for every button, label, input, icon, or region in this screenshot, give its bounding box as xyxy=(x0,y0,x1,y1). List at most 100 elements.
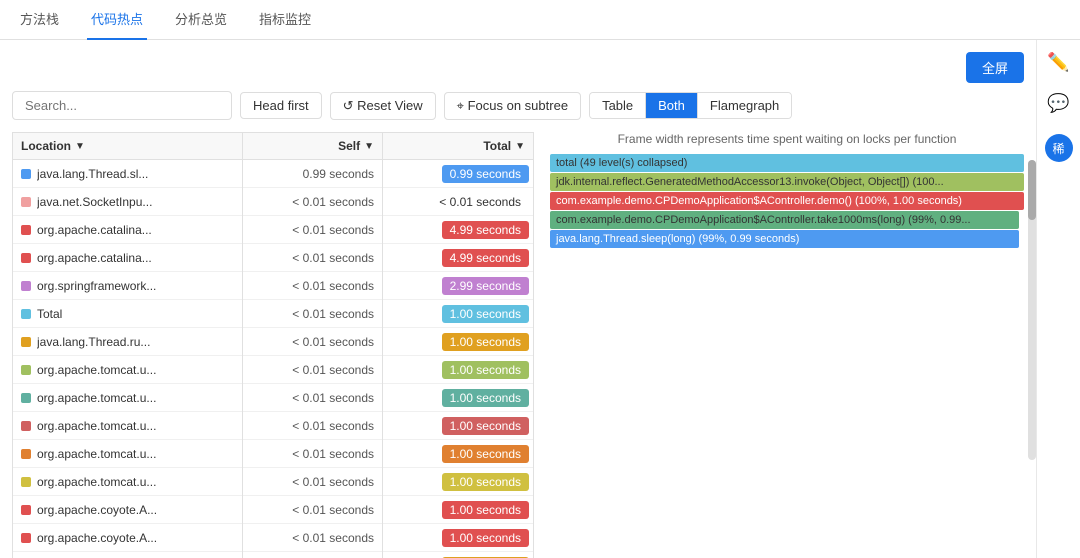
nav-item-methods[interactable]: 方法栈 xyxy=(16,0,63,40)
col-location-header[interactable]: Location ▼ xyxy=(13,133,243,159)
cell-self: < 0.01 seconds xyxy=(243,552,383,558)
color-indicator xyxy=(21,337,31,347)
color-indicator xyxy=(21,253,31,263)
table-row[interactable]: org.apache.tomcat.u... < 0.01 seconds 1.… xyxy=(13,384,533,412)
table-row[interactable]: org.apache.tomcat.u... < 0.01 seconds 1.… xyxy=(13,412,533,440)
fullscreen-button[interactable]: 全屏 xyxy=(966,52,1024,83)
content-area: Location ▼ Self ▼ Total ▼ java xyxy=(12,132,1024,558)
flamegraph-container: total (49 level(s) collapsed)jdk.interna… xyxy=(550,154,1024,248)
cell-self: < 0.01 seconds xyxy=(243,468,383,496)
cell-total: 1.00 seconds xyxy=(383,524,533,552)
top-nav: 方法栈 代码热点 分析总览 指标监控 xyxy=(0,0,1080,40)
color-indicator xyxy=(21,309,31,319)
table-row[interactable]: java.net.SocketInpu... < 0.01 seconds < … xyxy=(13,188,533,216)
cell-total: 1.00 seconds xyxy=(383,384,533,412)
cell-total: < 0.01 seconds xyxy=(383,188,533,216)
flamegraph-note: Frame width represents time spent waitin… xyxy=(550,132,1024,146)
flame-bar[interactable]: com.example.demo.CPDemoApplication$ACont… xyxy=(550,211,1019,229)
color-indicator xyxy=(21,169,31,179)
cell-self: < 0.01 seconds xyxy=(243,440,383,468)
cell-self: < 0.01 seconds xyxy=(243,300,383,328)
color-indicator xyxy=(21,421,31,431)
cell-total: 1.00 seconds xyxy=(383,468,533,496)
cell-self: < 0.01 seconds xyxy=(243,272,383,300)
color-indicator xyxy=(21,505,31,515)
color-indicator xyxy=(21,449,31,459)
avatar-icon[interactable]: 稀 xyxy=(1045,134,1073,162)
cell-location: Total xyxy=(13,300,243,328)
flamegraph-section: Frame width represents time spent waitin… xyxy=(550,132,1024,558)
color-indicator xyxy=(21,365,31,375)
table-row[interactable]: org.apache.catalina... < 0.01 seconds 4.… xyxy=(13,216,533,244)
flamegraph-view-button[interactable]: Flamegraph xyxy=(698,93,791,118)
table-view-button[interactable]: Table xyxy=(590,93,646,118)
table-row[interactable]: org.apache.tomcat.u... < 0.01 seconds 1.… xyxy=(13,440,533,468)
scrollbar-thumb[interactable] xyxy=(1028,160,1036,220)
table-section: Location ▼ Self ▼ Total ▼ java xyxy=(12,132,534,558)
cell-total: 1.00 seconds xyxy=(383,440,533,468)
cell-self: 0.99 seconds xyxy=(243,160,383,188)
edit-icon[interactable]: ✏️ xyxy=(1047,52,1069,73)
reset-view-button[interactable]: ↺ Reset View xyxy=(330,92,436,120)
cell-total: 1.00 seconds xyxy=(383,328,533,356)
both-view-button[interactable]: Both xyxy=(646,93,698,118)
cell-self: < 0.01 seconds xyxy=(243,244,383,272)
cell-total: 4.99 seconds xyxy=(383,216,533,244)
table-row[interactable]: java.lang.Thread.ru... < 0.01 seconds 1.… xyxy=(13,328,533,356)
focus-subtree-button[interactable]: ⌖ Focus on subtree xyxy=(444,92,581,120)
chat-icon[interactable]: 💬 xyxy=(1047,93,1069,114)
cell-location: org.apache.tomcat.u... xyxy=(13,412,243,440)
nav-item-hotspot[interactable]: 代码热点 xyxy=(87,0,147,40)
cell-location: org.apache.tomcat.u... xyxy=(13,356,243,384)
cell-total: 1.00 seconds xyxy=(383,356,533,384)
cell-self: < 0.01 seconds xyxy=(243,496,383,524)
cell-location: org.apache.tomcat.u... xyxy=(13,468,243,496)
table-body: java.lang.Thread.sl... 0.99 seconds 0.99… xyxy=(12,159,534,558)
cell-total: 1.00 seconds xyxy=(383,412,533,440)
search-input[interactable] xyxy=(12,91,232,120)
cell-total: 1.00 seconds xyxy=(383,300,533,328)
cell-total: 1.00 seconds xyxy=(383,552,533,558)
view-toggle-group: Table Both Flamegraph xyxy=(589,92,792,119)
cell-location: org.apache.tomcat.u... xyxy=(13,440,243,468)
cell-self: < 0.01 seconds xyxy=(243,384,383,412)
cell-self: < 0.01 seconds xyxy=(243,356,383,384)
cell-location: java.lang.Thread.sl... xyxy=(13,160,243,188)
col-self-header[interactable]: Self ▼ xyxy=(243,133,383,159)
color-indicator xyxy=(21,197,31,207)
flame-bar[interactable]: com.example.demo.CPDemoApplication$ACont… xyxy=(550,192,1024,210)
table-row[interactable]: java.lang.Thread.sl... 0.99 seconds 0.99… xyxy=(13,160,533,188)
cell-total: 4.99 seconds xyxy=(383,244,533,272)
cell-self: < 0.01 seconds xyxy=(243,328,383,356)
nav-item-analysis[interactable]: 分析总览 xyxy=(171,0,231,40)
color-indicator xyxy=(21,225,31,235)
cell-location: java.net.SocketInpu... xyxy=(13,188,243,216)
head-first-button[interactable]: Head first xyxy=(240,92,322,119)
cell-self: < 0.01 seconds xyxy=(243,412,383,440)
flame-bar[interactable]: jdk.internal.reflect.GeneratedMethodAcce… xyxy=(550,173,1024,191)
cell-total: 0.99 seconds xyxy=(383,160,533,188)
flame-bar[interactable]: total (49 level(s) collapsed) xyxy=(550,154,1024,172)
cell-location: org.springframework... xyxy=(13,272,243,300)
table-row[interactable]: org.apache.coyote.h... < 0.01 seconds 1.… xyxy=(13,552,533,558)
cell-total: 1.00 seconds xyxy=(383,496,533,524)
table-row[interactable]: org.apache.coyote.A... < 0.01 seconds 1.… xyxy=(13,524,533,552)
color-indicator xyxy=(21,393,31,403)
table-row[interactable]: org.apache.tomcat.u... < 0.01 seconds 1.… xyxy=(13,468,533,496)
table-row[interactable]: org.apache.coyote.A... < 0.01 seconds 1.… xyxy=(13,496,533,524)
table-header: Location ▼ Self ▼ Total ▼ xyxy=(12,132,534,159)
table-row[interactable]: org.apache.catalina... < 0.01 seconds 4.… xyxy=(13,244,533,272)
table-row[interactable]: org.apache.tomcat.u... < 0.01 seconds 1.… xyxy=(13,356,533,384)
flame-bar[interactable]: java.lang.Thread.sleep(long) (99%, 0.99 … xyxy=(550,230,1019,248)
cell-self: < 0.01 seconds xyxy=(243,524,383,552)
cell-location: org.apache.coyote.h... xyxy=(13,552,243,558)
table-row[interactable]: org.springframework... < 0.01 seconds 2.… xyxy=(13,272,533,300)
cell-location: org.apache.tomcat.u... xyxy=(13,384,243,412)
cell-total: 2.99 seconds xyxy=(383,272,533,300)
table-row[interactable]: Total < 0.01 seconds 1.00 seconds xyxy=(13,300,533,328)
scrollbar-track[interactable] xyxy=(1028,160,1036,460)
nav-item-metrics[interactable]: 指标监控 xyxy=(255,0,315,40)
col-total-header[interactable]: Total ▼ xyxy=(383,133,533,159)
color-indicator xyxy=(21,533,31,543)
cell-self: < 0.01 seconds xyxy=(243,216,383,244)
